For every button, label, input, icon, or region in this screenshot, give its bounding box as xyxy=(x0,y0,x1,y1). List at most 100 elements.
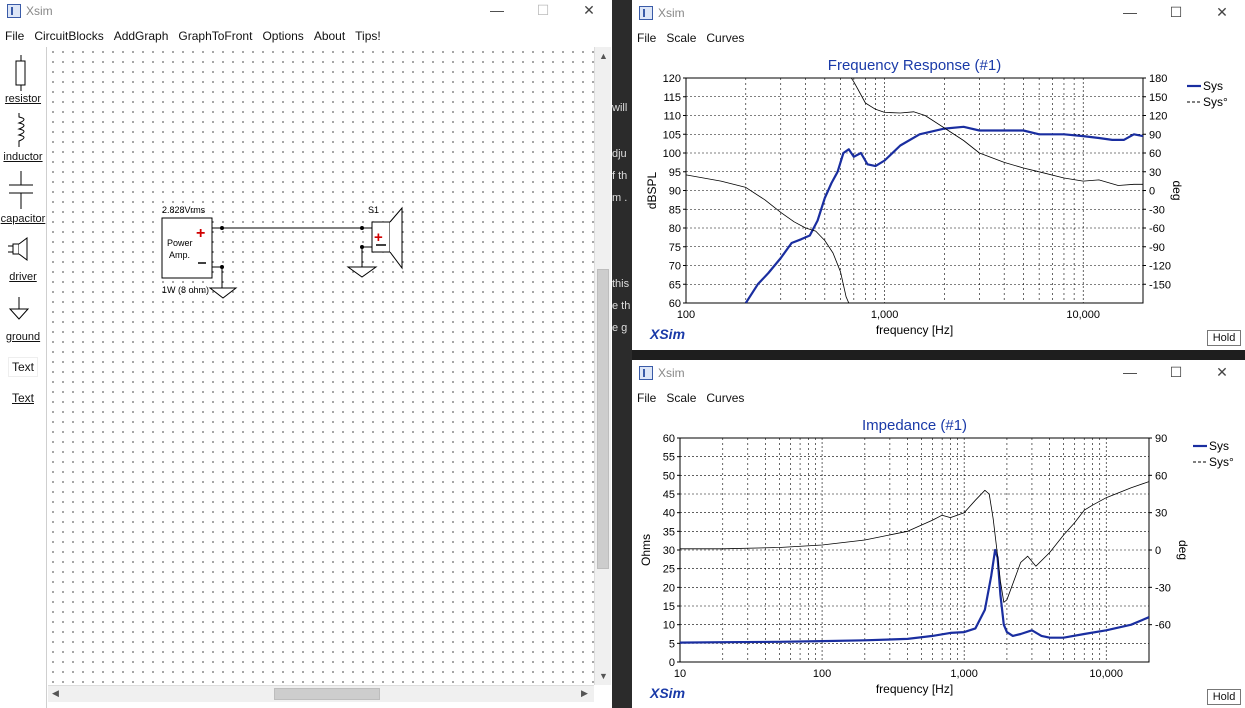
capacitor-icon xyxy=(9,171,33,209)
menu-scale[interactable]: Scale xyxy=(661,28,701,48)
y-tick-label: 45 xyxy=(663,489,675,501)
x-axis-label: frequency [Hz] xyxy=(876,323,953,337)
scroll-up-icon[interactable]: ▲ xyxy=(599,51,608,61)
palette-text[interactable]: Text Text xyxy=(0,357,46,407)
palette-label: ground xyxy=(5,331,41,343)
inductor-icon xyxy=(17,113,25,147)
menu-curves[interactable]: Curves xyxy=(701,388,749,408)
window-title: Xsim xyxy=(658,366,685,380)
minimize-icon[interactable]: — xyxy=(474,0,520,22)
close-icon[interactable]: ✕ xyxy=(1199,362,1245,384)
background-text: f th xyxy=(612,170,628,182)
palette-ground[interactable]: ground xyxy=(0,295,46,345)
y-tick-label: 10 xyxy=(663,620,675,632)
frequency-response-chart: 60 65 70 75 80 85 90 95 100 105 110 115 120 180 150 120… xyxy=(645,57,1228,337)
palette-label: inductor xyxy=(3,151,43,163)
y2-axis-label: deg xyxy=(1176,540,1190,560)
vertical-scrollbar[interactable]: ▲ ▼ xyxy=(594,47,611,685)
y2-tick-label: 90 xyxy=(1149,129,1161,141)
amp-body-line2: Amp. xyxy=(169,250,190,260)
chart-title: Frequency Response (#1) xyxy=(828,57,1001,74)
menu-bar: File Scale Curves xyxy=(632,388,1245,408)
palette-label: driver xyxy=(9,271,37,283)
background-text: e th xyxy=(612,300,631,312)
y-tick-label: 75 xyxy=(669,242,681,254)
node-dot[interactable] xyxy=(220,226,224,230)
menu-curves[interactable]: Curves xyxy=(701,28,749,48)
legend-label: Sys xyxy=(1203,79,1223,93)
palette-resistor[interactable]: resistor xyxy=(0,53,46,109)
xsim-app-icon xyxy=(7,4,21,18)
y-tick-label: 35 xyxy=(663,526,675,538)
horizontal-scrollbar[interactable]: ◀ ▶ xyxy=(48,685,594,702)
titlebar[interactable]: Xsim — ☐ ✕ xyxy=(632,362,1245,384)
x-axis-label: frequency [Hz] xyxy=(876,682,953,696)
menu-graphtofront[interactable]: GraphToFront xyxy=(173,26,257,46)
palette-capacitor[interactable]: capacitor xyxy=(0,171,46,227)
minimize-icon[interactable]: — xyxy=(1107,362,1153,384)
y2-tick-label: -60 xyxy=(1155,620,1171,632)
window-title: Xsim xyxy=(658,6,685,20)
schematic-drawing: 2.828Vrms Power Amp. + 1W (8 ohm) S1 + xyxy=(161,205,403,299)
y-tick-label: 60 xyxy=(663,433,675,445)
y2-tick-label: 90 xyxy=(1155,433,1167,445)
ground-symbol[interactable] xyxy=(208,287,238,299)
xsim-app-icon xyxy=(639,6,653,20)
y2-tick-label: 30 xyxy=(1149,167,1161,179)
window-title: Xsim xyxy=(26,4,53,18)
node-dot[interactable] xyxy=(360,226,364,230)
maximize-icon[interactable]: ☐ xyxy=(520,0,566,22)
y-tick-label: 70 xyxy=(669,261,681,273)
menu-file[interactable]: File xyxy=(632,28,661,48)
y-tick-label: 15 xyxy=(663,601,675,613)
legend-label: Sys xyxy=(1209,439,1229,453)
menu-tips[interactable]: Tips! xyxy=(350,26,386,46)
driver-plus-icon: + xyxy=(374,229,383,246)
text-icon: Text xyxy=(7,357,38,377)
scroll-right-icon[interactable]: ▶ xyxy=(581,688,588,699)
scroll-left-icon[interactable]: ◀ xyxy=(52,688,59,699)
scroll-down-icon[interactable]: ▼ xyxy=(599,671,608,681)
titlebar[interactable]: Xsim — ☐ ✕ xyxy=(0,0,612,22)
amp-top-label: 2.828Vrms xyxy=(162,205,206,215)
palette-label: resistor xyxy=(4,93,42,105)
driver-label: S1 xyxy=(368,205,379,215)
horizontal-scroll-thumb[interactable] xyxy=(274,688,380,700)
ground-symbol[interactable] xyxy=(346,266,378,278)
maximize-icon[interactable]: ☐ xyxy=(1153,2,1199,24)
y-tick-label: 5 xyxy=(669,638,675,650)
palette-inductor[interactable]: inductor xyxy=(0,111,46,167)
menu-file[interactable]: File xyxy=(0,26,29,46)
xsim-app-icon xyxy=(639,366,653,380)
hold-button[interactable]: Hold xyxy=(1207,330,1241,346)
close-icon[interactable]: ✕ xyxy=(1199,2,1245,24)
background-text: e g xyxy=(612,322,628,334)
menu-bar: File CircuitBlocks AddGraph GraphToFront Opt… xyxy=(0,26,612,46)
y-tick-label: 115 xyxy=(663,92,681,104)
menu-about[interactable]: About xyxy=(309,26,350,46)
maximize-icon[interactable]: ☐ xyxy=(1153,362,1199,384)
background-text: will xyxy=(612,102,628,114)
titlebar[interactable]: Xsim — ☐ ✕ xyxy=(632,2,1245,24)
menu-file[interactable]: File xyxy=(632,388,661,408)
driver-cone xyxy=(389,206,403,270)
y-tick-label: 80 xyxy=(669,223,681,235)
close-icon[interactable]: ✕ xyxy=(566,0,612,22)
y-axis-label: dBSPL xyxy=(645,171,659,209)
minimize-icon[interactable]: — xyxy=(1107,2,1153,24)
menu-circuitblocks[interactable]: CircuitBlocks xyxy=(29,26,108,46)
legend-label: Sys° xyxy=(1209,455,1234,469)
menu-addgraph[interactable]: AddGraph xyxy=(109,26,174,46)
menu-scale[interactable]: Scale xyxy=(661,388,701,408)
y-tick-label: 65 xyxy=(669,279,681,291)
y2-axis-label: deg xyxy=(1170,180,1184,200)
menu-options[interactable]: Options xyxy=(257,26,308,46)
vertical-scroll-thumb[interactable] xyxy=(597,269,609,569)
x-tick-label: 100 xyxy=(813,668,831,680)
schematic-canvas[interactable]: 2.828Vrms Power Amp. + 1W (8 ohm) S1 + xyxy=(48,47,594,685)
impedance-window: Xsim — ☐ ✕ File Scale Curves 0 5 10 15 20 25 30 3… xyxy=(632,360,1245,708)
hold-button[interactable]: Hold xyxy=(1207,689,1241,705)
y2-tick-label: 60 xyxy=(1155,470,1167,482)
palette-driver[interactable]: driver xyxy=(0,235,46,287)
y2-tick-label: 0 xyxy=(1155,545,1161,557)
